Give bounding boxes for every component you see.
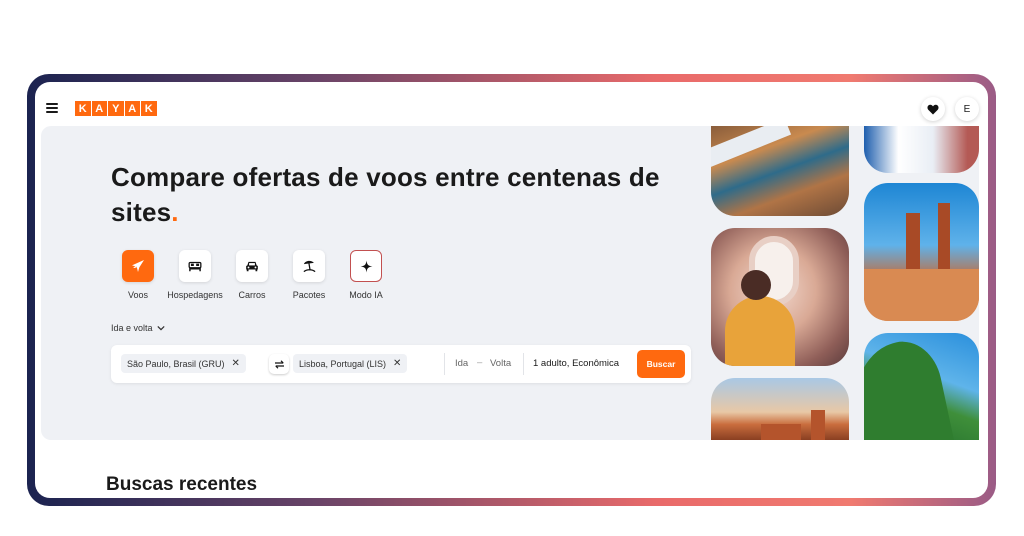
swap-button[interactable] bbox=[269, 354, 289, 374]
date-separator: – bbox=[477, 357, 483, 368]
tab-label: Hospedagens bbox=[167, 290, 223, 300]
origin-chip[interactable]: São Paulo, Brasil (GRU) ✕ bbox=[121, 354, 246, 373]
user-avatar[interactable]: E bbox=[955, 97, 979, 121]
sparkle-icon bbox=[360, 260, 372, 272]
passengers-selector[interactable]: 1 adulto, Econômica bbox=[533, 358, 619, 369]
flight-search-form: São Paulo, Brasil (GRU) ✕ Lisboa, Portug… bbox=[111, 345, 691, 383]
photo-palm-leaf bbox=[864, 333, 979, 440]
destination-chip[interactable]: Lisboa, Portugal (LIS) ✕ bbox=[293, 354, 408, 373]
car-icon bbox=[246, 261, 258, 272]
plane-icon bbox=[132, 260, 144, 272]
beach-umbrella-icon bbox=[302, 260, 316, 273]
logo-letter: A bbox=[91, 101, 107, 116]
logo-letter: K bbox=[141, 101, 157, 116]
tab-hospedagens-box bbox=[179, 250, 211, 282]
close-icon[interactable]: ✕ bbox=[393, 358, 401, 369]
page-title: Compare ofertas de voos entre centenas d… bbox=[111, 160, 711, 230]
bed-icon bbox=[188, 261, 202, 272]
logo-letter: K bbox=[75, 101, 91, 116]
title-dot: . bbox=[171, 197, 179, 227]
photo-aerial-river bbox=[711, 126, 849, 216]
search-button[interactable]: Buscar bbox=[637, 350, 685, 378]
tab-pacotes-box bbox=[293, 250, 325, 282]
chevron-down-icon bbox=[156, 325, 165, 331]
origin-value: São Paulo, Brasil (GRU) bbox=[127, 358, 225, 369]
tab-label: Pacotes bbox=[292, 290, 326, 300]
photo-airplane-window-child bbox=[711, 228, 849, 366]
tab-modo-ia[interactable]: Modo IA bbox=[331, 250, 401, 300]
trip-type-dropdown[interactable]: Ida e volta bbox=[111, 323, 165, 333]
photo-monument-valley bbox=[864, 183, 979, 321]
destination-value: Lisboa, Portugal (LIS) bbox=[299, 358, 387, 369]
recent-searches-title: Buscas recentes bbox=[106, 474, 258, 495]
favorites-button[interactable] bbox=[921, 97, 945, 121]
tab-carros-box bbox=[236, 250, 268, 282]
trip-type-label: Ida e volta bbox=[111, 323, 153, 333]
tab-label: Voos bbox=[127, 290, 149, 300]
title-text: Compare ofertas de voos entre centenas d… bbox=[111, 162, 660, 227]
logo-letter: Y bbox=[108, 101, 124, 116]
swap-arrows-icon bbox=[274, 359, 284, 369]
kayak-logo[interactable]: K A Y A K bbox=[75, 101, 157, 116]
photo-white-village bbox=[864, 126, 979, 173]
logo-letter: A bbox=[124, 101, 140, 116]
device-frame: K A Y A K E Compare ofertas de voos entr… bbox=[27, 74, 996, 506]
tab-label: Carros bbox=[238, 290, 266, 300]
tab-voos-box bbox=[122, 250, 154, 282]
menu-icon[interactable] bbox=[46, 103, 58, 113]
tab-label: Modo IA bbox=[349, 290, 383, 300]
divider bbox=[444, 353, 445, 375]
heart-icon bbox=[927, 104, 939, 114]
divider bbox=[523, 353, 524, 375]
close-icon[interactable]: ✕ bbox=[232, 358, 240, 369]
photo-desert-rocks bbox=[711, 378, 849, 440]
return-date-field[interactable]: Volta bbox=[490, 358, 511, 369]
tab-modo-ia-box bbox=[350, 250, 382, 282]
browser-screen: K A Y A K E Compare ofertas de voos entr… bbox=[35, 82, 988, 498]
depart-date-field[interactable]: Ida bbox=[455, 358, 468, 369]
